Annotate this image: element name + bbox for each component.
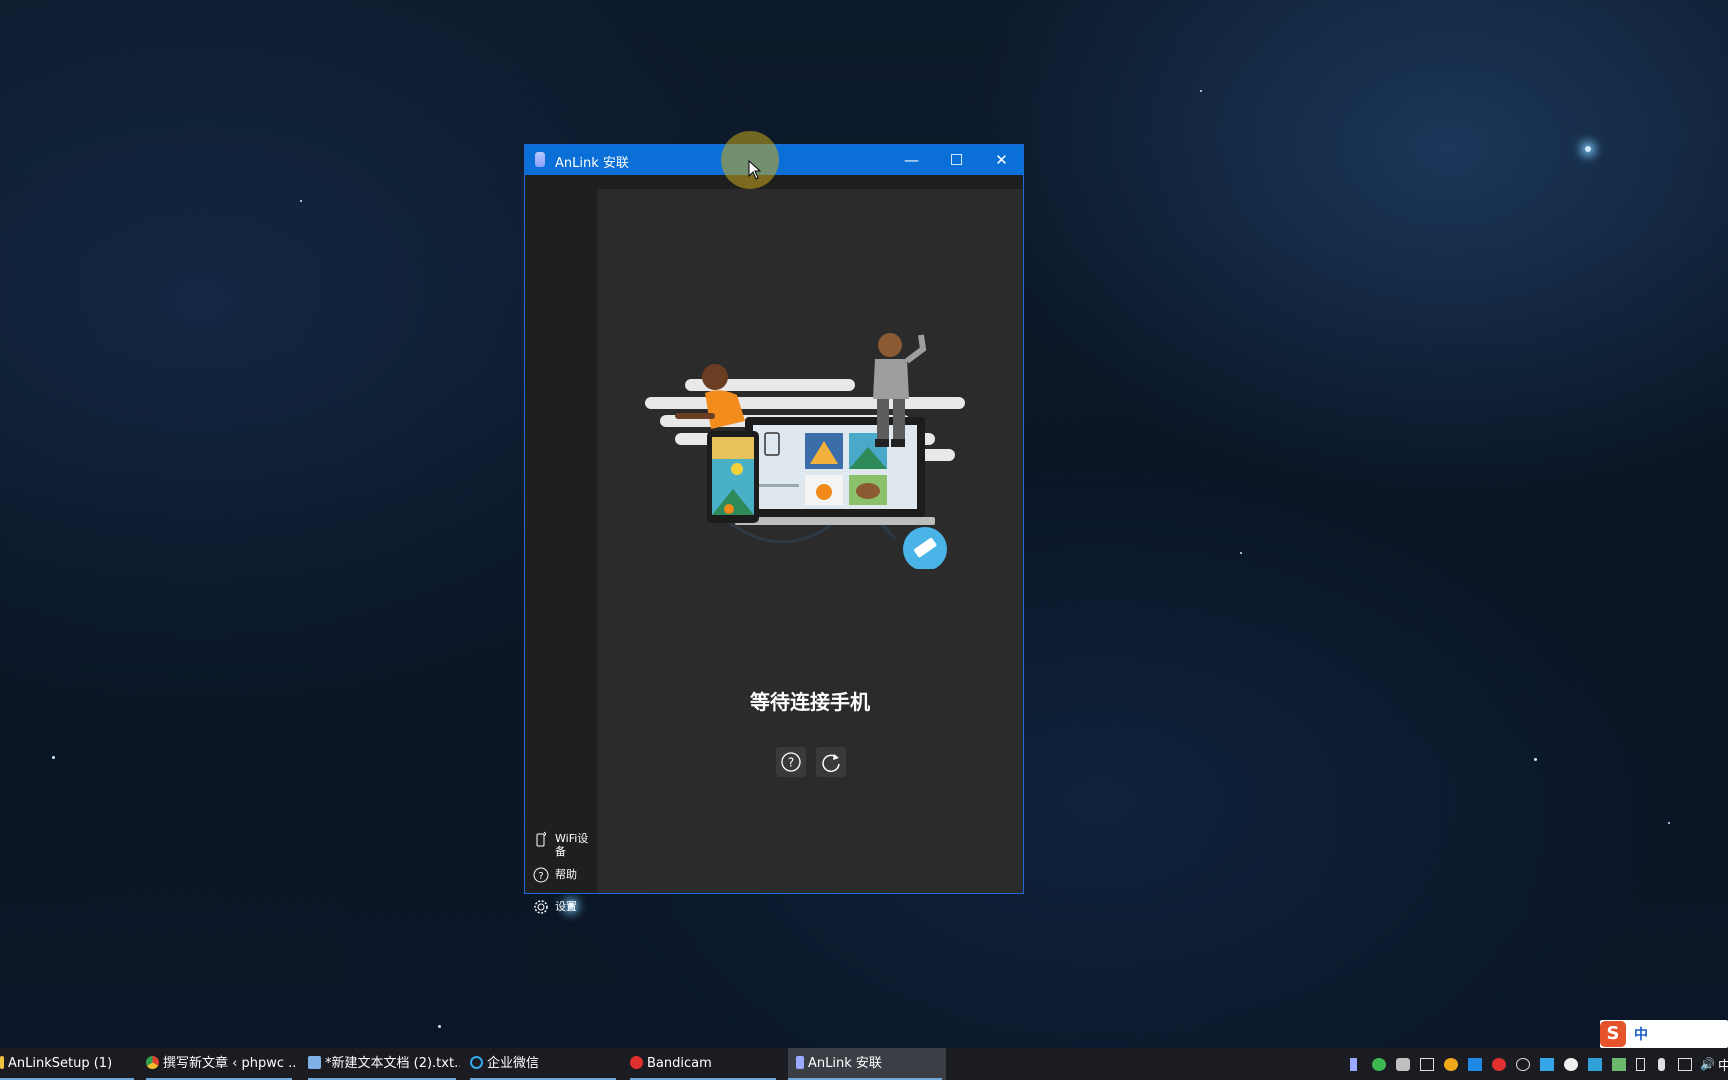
sidebar-item-label: WiFi设备	[555, 832, 589, 858]
task-label: 企业微信	[487, 1056, 540, 1071]
system-tray: 🔊 中	[1350, 1048, 1728, 1080]
sogou-ime-icon: S	[1600, 1021, 1626, 1047]
usb-tray-icon[interactable]	[1636, 1058, 1645, 1071]
sidebar: WiFi设备 ? 帮助 设置	[525, 175, 597, 914]
task-label: AnLink 安联	[808, 1056, 882, 1071]
input-language-indicator[interactable]: 中	[1718, 1055, 1728, 1074]
taskbar: AnLinkSetup (1) 撰写新文章 ‹ phpwc ... *新建文本文…	[0, 1048, 1728, 1080]
phone-wifi-icon	[536, 831, 546, 847]
taskbar-item-notepad[interactable]: *新建文本文档 (2).txt...	[308, 1048, 460, 1080]
anlink-window: AnLink 安联 — ☐ ✕ WiFi设备 ? 帮助 设置 等待连接手机 ?	[524, 144, 1024, 914]
ime-toolbar[interactable]: S 中	[1600, 1020, 1728, 1048]
notepad-icon	[308, 1056, 321, 1069]
help-circle-icon: ?	[781, 752, 801, 772]
gear-icon	[534, 900, 548, 914]
folder-icon	[0, 1056, 4, 1069]
qq-tray-icon[interactable]	[1564, 1058, 1578, 1071]
window-title: AnLink 安联	[555, 156, 629, 171]
tray-app-icon[interactable]	[1588, 1058, 1602, 1071]
network-tray-icon[interactable]	[1678, 1058, 1692, 1071]
refresh-icon	[822, 754, 840, 773]
minimize-button[interactable]: —	[889, 145, 934, 175]
record-icon	[630, 1056, 643, 1069]
tray-app-icon[interactable]	[1540, 1058, 1554, 1071]
taskbar-item-wecom[interactable]: 企业微信	[470, 1048, 620, 1080]
taskbar-item-anlinksetup[interactable]: AnLinkSetup (1)	[0, 1048, 138, 1080]
tray-app-icon[interactable]	[1444, 1058, 1458, 1071]
sidebar-item-label: 帮助	[555, 868, 577, 881]
task-label: *新建文本文档 (2).txt...	[325, 1056, 460, 1071]
microphone-tray-icon[interactable]	[1658, 1058, 1665, 1071]
help-button[interactable]: ?	[776, 747, 806, 777]
connect-phone-illustration	[645, 333, 965, 569]
svg-text:?: ?	[538, 871, 543, 882]
anlink-icon	[796, 1056, 804, 1069]
svg-text:?: ?	[788, 756, 794, 770]
tray-app-icon[interactable]	[1612, 1058, 1626, 1071]
task-label: 撰写新文章 ‹ phpwc ...	[163, 1056, 296, 1071]
tray-app-icon[interactable]	[1516, 1058, 1530, 1071]
connection-status-text: 等待连接手机	[750, 690, 870, 714]
window-tray-icon[interactable]	[1420, 1058, 1434, 1071]
wecom-icon	[470, 1056, 483, 1069]
close-button[interactable]: ✕	[979, 145, 1024, 175]
chrome-icon	[146, 1056, 159, 1069]
volume-tray-icon[interactable]: 🔊	[1700, 1058, 1715, 1071]
help-circle-icon: ?	[533, 867, 549, 883]
anlink-tray-icon[interactable]	[1350, 1058, 1357, 1071]
taskbar-item-bandicam[interactable]: Bandicam	[630, 1048, 780, 1080]
ime-mode-indicator[interactable]: 中	[1634, 1024, 1648, 1044]
tray-app-icon[interactable]	[1396, 1058, 1410, 1071]
mouse-pointer-icon	[748, 160, 762, 180]
task-label: Bandicam	[647, 1056, 712, 1071]
main-content: 等待连接手机 ?	[597, 189, 1023, 893]
taskbar-item-anlink[interactable]: AnLink 安联	[788, 1048, 946, 1080]
task-label: AnLinkSetup (1)	[8, 1056, 113, 1071]
tray-app-icon[interactable]	[1468, 1058, 1482, 1071]
wechat-tray-icon[interactable]	[1372, 1058, 1386, 1071]
taskbar-item-chrome[interactable]: 撰写新文章 ‹ phpwc ...	[146, 1048, 296, 1080]
record-tray-icon[interactable]	[1492, 1058, 1506, 1071]
sidebar-item-label: 设置	[555, 900, 577, 913]
refresh-button[interactable]	[816, 747, 846, 777]
anlink-app-icon	[535, 152, 545, 167]
maximize-button[interactable]: ☐	[934, 145, 979, 175]
